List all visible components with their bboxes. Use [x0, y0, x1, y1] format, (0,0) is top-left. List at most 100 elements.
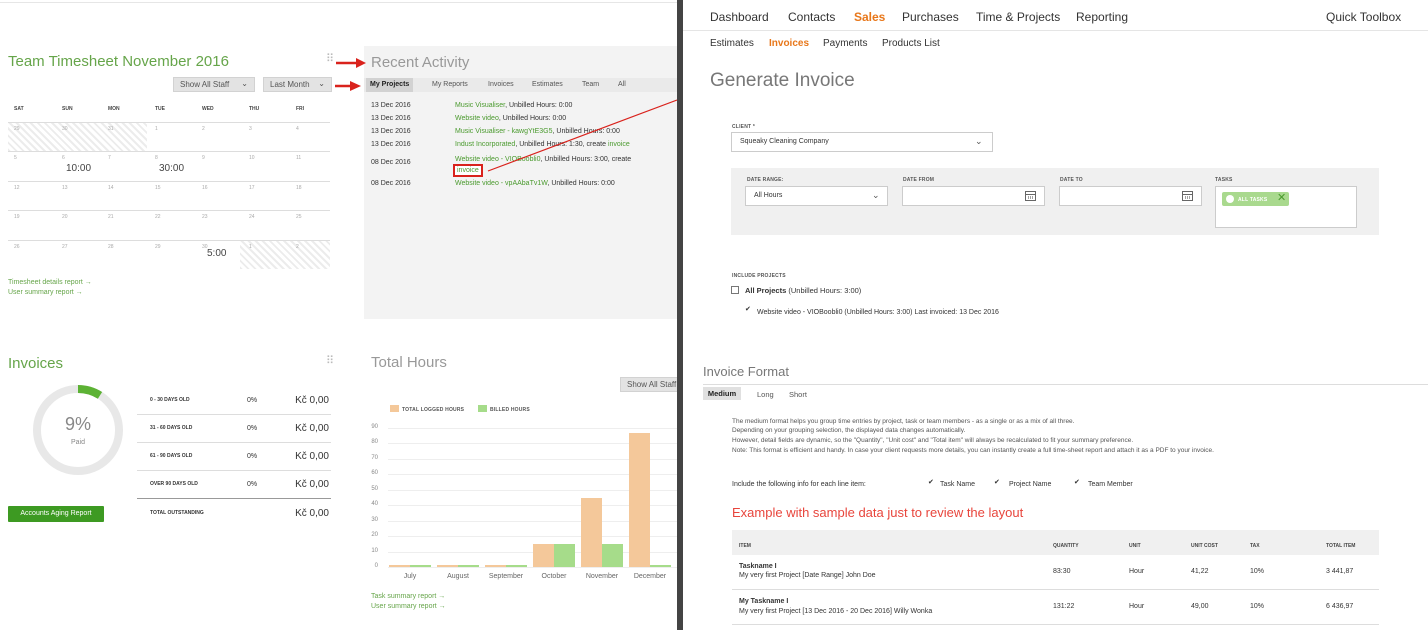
legend-logged-label: TOTAL LOGGED HOURS — [402, 407, 465, 413]
nav-contacts[interactable]: Contacts — [788, 10, 835, 24]
chart-bar[interactable] — [410, 565, 431, 567]
legend-swatch-billed — [478, 405, 487, 412]
annotation-arrow-head — [356, 58, 366, 68]
chart-y-tick-label: 40 — [371, 501, 378, 508]
subnav-products-list[interactable]: Products List — [882, 38, 940, 49]
user-summary-link[interactable]: User summary report → — [371, 603, 446, 610]
project-name-checkbox[interactable] — [994, 478, 1002, 489]
date-range-label: DATE RANGE: — [747, 177, 784, 183]
dashboard-panel: Team Timesheet November 2016 ⠿ Show All … — [0, 0, 677, 630]
project-checkbox[interactable] — [745, 305, 753, 316]
chart-bar[interactable] — [533, 543, 554, 567]
chart-bar[interactable] — [602, 543, 623, 567]
calendar-icon[interactable] — [1182, 191, 1193, 201]
row-item-desc: My very first Project [Date Range] John … — [739, 572, 876, 579]
project-item-label: Website video - VIOBoobli0 (Unbilled Hou… — [757, 309, 999, 316]
chart-x-tick-label: August — [447, 573, 469, 580]
row-total: 3 441,87 — [1326, 568, 1354, 575]
th-total-item: TOTAL ITEM — [1326, 543, 1356, 549]
nav-dashboard[interactable]: Dashboard — [710, 10, 769, 24]
date-to-input[interactable] — [1059, 186, 1202, 206]
chart-bar[interactable] — [389, 565, 410, 567]
client-value: Squeaky Cleaning Company — [740, 138, 829, 145]
calendar-icon[interactable] — [1025, 191, 1036, 201]
quick-toolbox-link[interactable]: Quick Toolbox — [1326, 10, 1401, 24]
format-description: Depending on your grouping selection, th… — [732, 427, 966, 434]
row-tax: 10% — [1250, 568, 1265, 575]
chart-bar[interactable] — [554, 543, 575, 567]
aging-label: 0 - 30 DAYS OLD — [150, 397, 190, 403]
chart-y-tick-label: 10 — [371, 547, 378, 554]
generate-invoice-window: Dashboard Contacts Sales Purchases Time … — [683, 0, 1428, 630]
chart-x-tick-label: July — [403, 573, 417, 580]
project-name-label: Project Name — [1009, 481, 1052, 488]
date-from-input[interactable] — [902, 186, 1045, 206]
chart-y-tick-label: 50 — [371, 485, 378, 492]
all-tasks-chip[interactable]: ALL TASKS ✕ — [1222, 192, 1289, 206]
task-name-checkbox[interactable] — [928, 478, 936, 489]
all-projects-checkbox[interactable] — [731, 286, 739, 294]
date-range-select[interactable]: All Hours — [745, 186, 888, 206]
chart-gridline — [388, 428, 677, 429]
close-icon[interactable]: ✕ — [1277, 192, 1286, 205]
row-unit: Hour — [1129, 568, 1145, 575]
team-member-checkbox[interactable] — [1074, 478, 1082, 489]
chip-label: ALL TASKS — [1238, 197, 1268, 203]
chart-y-tick-label: 30 — [371, 516, 378, 523]
format-tab-medium[interactable]: Medium — [703, 387, 741, 400]
row-unit-cost: 41,22 — [1191, 568, 1209, 575]
task-summary-link[interactable]: Task summary report → — [371, 593, 445, 600]
chart-y-tick-label: 80 — [371, 439, 378, 446]
drag-handle-icon[interactable]: ⠿ — [326, 354, 334, 367]
cropped-top-row — [0, 0, 677, 3]
aging-amount: Kč 0,00 — [295, 451, 329, 462]
all-projects-hours: (Unbilled Hours: 3:00) — [788, 286, 862, 295]
th-unit: UNIT — [1129, 543, 1141, 549]
total-hours-staff-dropdown[interactable]: Show All Staff — [620, 377, 677, 392]
th-unit-cost: UNIT COST — [1191, 543, 1218, 549]
aging-amount: Kč 0,00 — [295, 423, 329, 434]
aging-percent: 0% — [247, 453, 258, 460]
nav-purchases[interactable]: Purchases — [902, 10, 959, 24]
chart-bar[interactable] — [650, 565, 671, 567]
task-name-label: Task Name — [940, 481, 976, 488]
row-tax: 10% — [1250, 603, 1265, 610]
chart-gridline — [388, 567, 677, 568]
chart-y-tick-label: 0 — [374, 563, 378, 569]
team-member-label: Team Member — [1088, 481, 1133, 488]
format-divider — [703, 384, 1428, 385]
aging-label: 31 - 60 DAYS OLD — [150, 425, 193, 431]
subnav-payments[interactable]: Payments — [823, 38, 867, 49]
chevron-down-icon: ⌄ — [872, 190, 880, 200]
date-range-value: All Hours — [754, 192, 783, 199]
date-to-label: DATE TO — [1060, 177, 1083, 183]
chart-bar[interactable] — [458, 565, 479, 567]
tasks-label: TASKS — [1215, 177, 1233, 183]
row-unit-cost: 49,00 — [1191, 603, 1209, 610]
accounts-aging-report-button[interactable]: Accounts Aging Report — [8, 506, 104, 522]
chart-bar[interactable] — [437, 565, 458, 567]
row-quantity: 83:30 — [1053, 568, 1071, 575]
format-tab-short[interactable]: Short — [789, 390, 807, 399]
chart-bar[interactable] — [629, 432, 650, 567]
format-tab-long[interactable]: Long — [757, 390, 774, 399]
nav-sales[interactable]: Sales — [854, 10, 885, 24]
nav-time-projects[interactable]: Time & Projects — [976, 10, 1060, 24]
subnav-estimates[interactable]: Estimates — [710, 38, 754, 49]
nav-reporting[interactable]: Reporting — [1076, 10, 1128, 24]
chart-y-tick-label: 70 — [371, 454, 378, 461]
chevron-down-icon: ⌄ — [975, 136, 983, 146]
aging-amount: Kč 0,00 — [295, 479, 329, 490]
page-title: Generate Invoice — [710, 70, 855, 91]
chart-bar[interactable] — [485, 565, 506, 567]
chip-dot-icon — [1226, 195, 1234, 203]
chart-bar[interactable] — [506, 565, 527, 567]
paid-percent: 9% — [64, 414, 91, 434]
legend-billed-label: BILLED HOURS — [490, 407, 530, 413]
include-projects-label: INCLUDE PROJECTS — [732, 273, 786, 279]
client-select[interactable]: Squeaky Cleaning Company — [731, 132, 993, 152]
row-total: 6 436,97 — [1326, 603, 1354, 610]
chart-bar[interactable] — [581, 497, 602, 567]
aging-label: TOTAL OUTSTANDING — [150, 510, 204, 516]
subnav-invoices[interactable]: Invoices — [769, 38, 809, 49]
